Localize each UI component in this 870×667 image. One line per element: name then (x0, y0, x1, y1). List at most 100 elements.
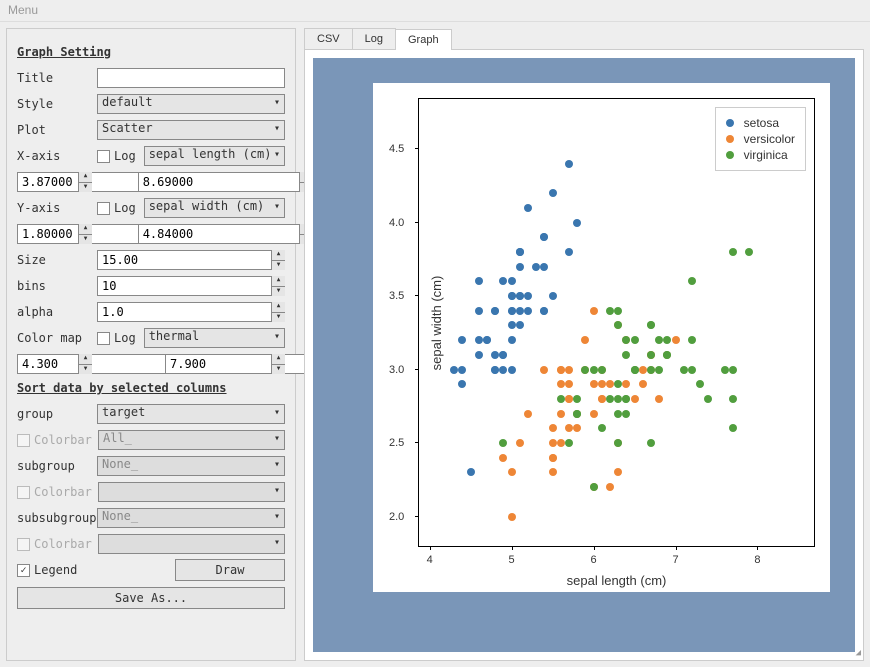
bins-spinner[interactable]: ▲▼ (271, 276, 285, 296)
data-point (524, 410, 532, 418)
data-point (590, 380, 598, 388)
menu-bar[interactable]: Menu (0, 0, 870, 22)
data-point (688, 366, 696, 374)
data-point (614, 380, 622, 388)
yaxis-select[interactable]: sepal width (cm) (144, 198, 285, 218)
data-point (450, 366, 458, 374)
data-point (516, 292, 524, 300)
data-point (475, 277, 483, 285)
group-select[interactable]: target (97, 404, 285, 424)
xaxis-log-checkbox[interactable] (97, 150, 110, 163)
data-point (508, 513, 516, 521)
data-point (573, 219, 581, 227)
data-point (614, 321, 622, 329)
yaxis-log-label: Log (114, 201, 136, 215)
size-spinner[interactable]: ▲▼ (271, 250, 285, 270)
group-label: group (17, 407, 97, 421)
data-point (557, 410, 565, 418)
data-point (729, 424, 737, 432)
legend-entry: setosa (726, 116, 795, 130)
size-label: Size (17, 253, 97, 267)
ylabel: sepal width (cm) (429, 275, 444, 370)
draw-button[interactable]: Draw (175, 559, 285, 581)
title-input[interactable] (97, 68, 285, 88)
subsubgroup-select[interactable]: None_ (97, 508, 285, 528)
legend-entry: virginica (726, 148, 795, 162)
data-point (598, 366, 606, 374)
yaxis-log-checkbox[interactable] (97, 202, 110, 215)
xmax-input[interactable] (138, 172, 313, 192)
style-select[interactable]: default (97, 94, 285, 114)
ymax-input[interactable] (138, 224, 313, 244)
data-point (655, 366, 663, 374)
colorbar1-select[interactable]: All_ (98, 430, 285, 450)
ytick: 3.5 (389, 290, 404, 302)
data-point (729, 248, 737, 256)
data-point (565, 424, 573, 432)
data-point (458, 380, 466, 388)
legend-checkbox[interactable]: ✓ (17, 564, 30, 577)
xtick: 7 (672, 554, 678, 566)
data-point (508, 366, 516, 374)
alpha-spinner[interactable]: ▲▼ (271, 302, 285, 322)
colormap-select[interactable]: thermal (144, 328, 285, 348)
data-point (688, 277, 696, 285)
data-point (655, 336, 663, 344)
bins-input[interactable] (97, 276, 285, 296)
data-point (557, 439, 565, 447)
cmap-log-label: Log (114, 331, 136, 345)
size-input[interactable] (97, 250, 285, 270)
chart-legend: setosa versicolor virginica (715, 107, 806, 171)
data-point (499, 454, 507, 462)
data-point (491, 366, 499, 374)
data-point (688, 336, 696, 344)
data-point (590, 483, 598, 491)
data-point (491, 351, 499, 359)
data-point (631, 395, 639, 403)
alpha-label: alpha (17, 305, 97, 319)
legend-entry: versicolor (726, 132, 795, 146)
data-point (557, 366, 565, 374)
alpha-input[interactable] (97, 302, 285, 322)
data-point (647, 351, 655, 359)
ytick: 4.0 (389, 217, 404, 229)
legend-dot-icon (726, 151, 734, 159)
tab-graph[interactable]: Graph (395, 29, 452, 50)
cmax-spinner[interactable]: ▲▼ (271, 354, 285, 374)
data-point (549, 468, 557, 476)
data-point (524, 204, 532, 212)
data-point (499, 277, 507, 285)
cmin-spinner[interactable]: ▲▼ (78, 354, 92, 374)
chart-inner: sepal width (cm) sepal length (cm) setos… (373, 83, 830, 592)
tab-csv[interactable]: CSV (304, 28, 353, 49)
data-point (606, 483, 614, 491)
cmap-log-checkbox[interactable] (97, 332, 110, 345)
data-point (565, 366, 573, 374)
data-point (573, 410, 581, 418)
data-point (516, 321, 524, 329)
xmin-spinner[interactable]: ▲▼ (78, 172, 92, 192)
saveas-button[interactable]: Save As... (17, 587, 285, 609)
data-point (606, 395, 614, 403)
data-point (516, 248, 524, 256)
xtick: 6 (590, 554, 596, 566)
data-point (475, 336, 483, 344)
data-point (573, 424, 581, 432)
menu-label[interactable]: Menu (8, 3, 38, 17)
colorbar1-label: Colorbar (34, 433, 98, 447)
data-point (614, 395, 622, 403)
data-point (622, 395, 630, 403)
data-point (508, 307, 516, 315)
data-point (540, 366, 548, 374)
subgroup-select[interactable]: None_ (97, 456, 285, 476)
data-point (680, 366, 688, 374)
data-point (524, 307, 532, 315)
plot-label: Plot (17, 123, 97, 137)
plot-select[interactable]: Scatter (97, 120, 285, 140)
resize-grip-icon[interactable]: ◢ (856, 648, 861, 658)
legend-label: versicolor (744, 132, 795, 146)
legend-dot-icon (726, 119, 734, 127)
tab-log[interactable]: Log (352, 28, 396, 49)
ymin-spinner[interactable]: ▲▼ (78, 224, 92, 244)
xaxis-select[interactable]: sepal length (cm) (144, 146, 285, 166)
